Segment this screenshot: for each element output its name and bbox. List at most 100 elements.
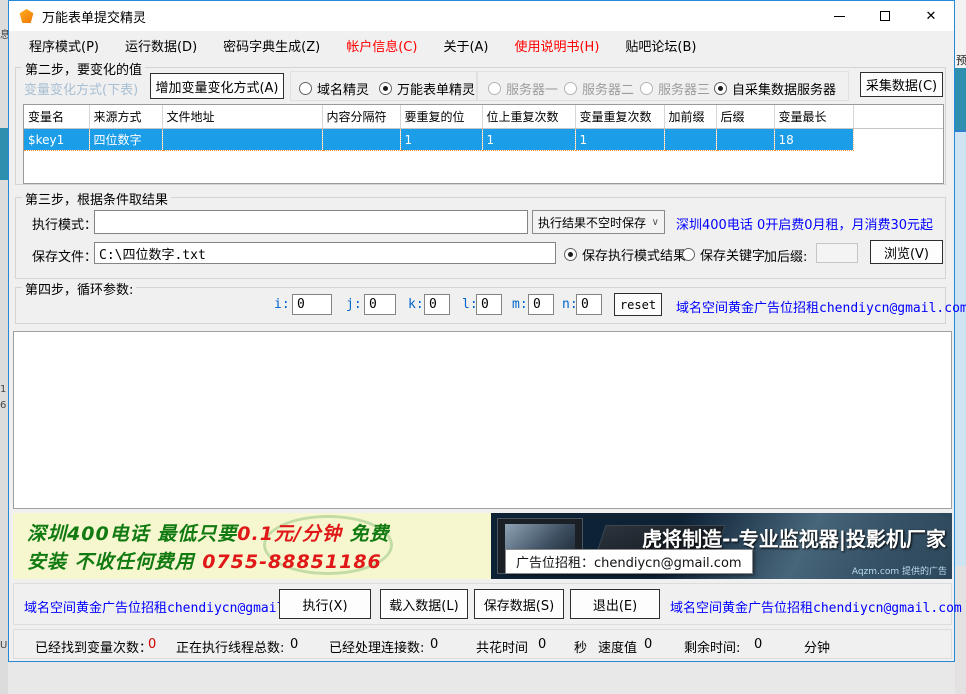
status-bar: 已经找到变量次数： 0 正在执行线程总数: 0 已经处理连接数: 0 共花时间 …	[13, 629, 952, 659]
dropdown-value: 执行结果不空时保存	[538, 214, 646, 231]
param-k-label: k:	[408, 297, 424, 312]
step3-group: 第三步，根据条件取结果 执行模式： 执行结果不空时保存 ∨ 深圳400电话 0开…	[15, 197, 946, 279]
menu-item-account-info[interactable]: 帐户信息(C)	[346, 36, 417, 55]
status-speed-value: 0	[644, 637, 652, 652]
status-time-unit: 秒	[574, 637, 587, 656]
save-data-button[interactable]: 保存数据(S)	[474, 589, 564, 619]
bg-teal-block	[0, 128, 8, 180]
ad-text: 域名空间黄金广告位招租	[676, 301, 819, 316]
param-m-input[interactable]	[528, 294, 554, 315]
load-data-button[interactable]: 载入数据(L)	[380, 589, 468, 619]
param-l-input[interactable]	[476, 294, 502, 315]
radio-universal-form-wizard[interactable]: 万能表单精灵	[379, 79, 475, 98]
radio-self-collect-server[interactable]: 自采集数据服务器	[714, 79, 836, 98]
menu-item-about[interactable]: 关于(A)	[443, 36, 488, 55]
radio-icon	[299, 82, 312, 95]
param-m-label: m:	[512, 297, 528, 312]
variable-mode-hint: 变量变化方式(下表)	[24, 79, 138, 98]
col-header[interactable]: 后缀	[716, 105, 774, 129]
mode-radio-panel: 域名精灵 万能表单精灵	[290, 71, 477, 101]
status-connections-label: 已经处理连接数:	[329, 637, 424, 656]
banner-credit: Aqzm.com 提供的广告	[852, 564, 947, 577]
background-window-right: 预	[955, 0, 966, 694]
maximize-button[interactable]	[862, 1, 908, 31]
suffix-label: 加后缀:	[764, 246, 807, 265]
param-k-input[interactable]	[424, 294, 450, 315]
exec-mode-input[interactable]	[94, 210, 528, 234]
radio-icon	[682, 248, 695, 261]
execute-button[interactable]: 执行(X)	[279, 589, 371, 619]
save-file-input[interactable]	[94, 242, 556, 264]
status-remain-unit: 分钟	[804, 637, 830, 656]
banner-ad-right[interactable]: 虎将制造--专业监视器|投影机厂家 广告位招租：chendiycn@gmail.…	[491, 513, 952, 579]
radio-server-1[interactable]: 服务器一	[488, 79, 558, 98]
minimize-button[interactable]	[816, 1, 862, 31]
menu-item-run-data[interactable]: 运行数据(D)	[125, 36, 197, 55]
menu-item-forum[interactable]: 贴吧论坛(B)	[625, 36, 696, 55]
suffix-input[interactable]	[816, 243, 858, 263]
cell-filler	[853, 129, 944, 151]
param-j-input[interactable]	[364, 294, 396, 315]
radio-server-2[interactable]: 服务器二	[564, 79, 634, 98]
radio-icon	[488, 82, 501, 95]
output-box[interactable]	[13, 331, 952, 509]
param-n-input[interactable]	[576, 294, 602, 315]
cell-digit-repeat-count: 1	[482, 129, 575, 151]
radio-save-exec-result[interactable]: 保存执行模式结果	[564, 245, 686, 264]
table-row[interactable]: $key1 四位数字 1 1 1 18	[24, 129, 944, 151]
close-button[interactable]: ✕	[908, 1, 954, 31]
col-header[interactable]: 变量最长	[774, 105, 853, 129]
status-time-label: 共花时间	[476, 637, 528, 656]
ad-domain-rent[interactable]: 域名空间黄金广告位招租chendiycn@gmail.com	[676, 297, 966, 316]
banner-ad-left[interactable]: 深圳400电话 最低只要0.1元/分钟 免费 安装 不收任何费用 0755-88…	[13, 513, 491, 579]
window-controls: ✕	[816, 1, 954, 31]
window-title: 万能表单提交精灵	[42, 7, 146, 26]
ad-text: 域名空间黄金广告位招租	[24, 601, 167, 616]
menu-item-password-dict[interactable]: 密码字典生成(Z)	[223, 36, 320, 55]
save-mode-dropdown[interactable]: 执行结果不空时保存 ∨	[532, 210, 665, 234]
maximize-icon	[880, 11, 890, 21]
radio-icon	[379, 82, 392, 95]
chevron-down-icon: ∨	[648, 217, 659, 228]
menu-item-program-mode[interactable]: 程序模式(P)	[29, 36, 99, 55]
cell-prefix	[664, 129, 716, 151]
col-header[interactable]: 文件地址	[162, 105, 322, 129]
radio-domain-wizard[interactable]: 域名精灵	[299, 79, 369, 98]
status-remain-value: 0	[754, 637, 762, 652]
server-radio-panel: 服务器一 服务器二 服务器三 自采集数据服务器	[477, 71, 849, 101]
reset-button[interactable]: reset	[614, 293, 662, 316]
banner-left-line2: 安装 不收任何费用 0755-88851186	[27, 547, 382, 574]
save-file-label: 保存文件：	[32, 246, 97, 265]
status-found-label: 已经找到变量次数：	[35, 637, 152, 656]
status-connections-value: 0	[430, 637, 438, 652]
radio-label: 域名精灵	[317, 79, 369, 98]
menu-item-manual[interactable]: 使用说明书(H)	[514, 36, 599, 55]
collect-data-button[interactable]: 采集数据(C)	[860, 72, 943, 97]
radio-save-keyword[interactable]: 保存关键字	[682, 245, 765, 264]
radio-server-3[interactable]: 服务器三	[640, 79, 710, 98]
radio-label: 服务器三	[658, 79, 710, 98]
ad-domain-rent-right[interactable]: 域名空间黄金广告位招租chendiycn@gmail.com	[670, 597, 962, 616]
app-window: 万能表单提交精灵 ✕ 程序模式(P) 运行数据(D) 密码字典生成(Z) 帐户信…	[8, 0, 955, 662]
col-header[interactable]: 内容分隔符	[322, 105, 400, 129]
ad-domain-rent-left[interactable]: 域名空间黄金广告位招租chendiycn@gmail.com	[24, 597, 316, 616]
ad-link-400[interactable]: 深圳400电话 0开启费0月租，月消费30元起	[676, 214, 933, 233]
col-header[interactable]: 来源方式	[89, 105, 162, 129]
col-header[interactable]: 位上重复次数	[482, 105, 575, 129]
col-header-filler	[853, 105, 944, 129]
title-bar: 万能表单提交精灵 ✕	[9, 1, 954, 31]
add-variable-button[interactable]: 增加变量变化方式(A)	[150, 73, 284, 99]
bg-fragment: 息	[0, 26, 8, 41]
col-header[interactable]: 要重复的位	[400, 105, 482, 129]
browse-button[interactable]: 浏览(V)	[870, 240, 943, 264]
banner-right-headline: 虎将制造--专业监视器|投影机厂家	[642, 523, 946, 552]
col-header[interactable]: 变量重复次数	[575, 105, 664, 129]
status-remain-label: 剩余时间:	[684, 637, 740, 656]
radio-label: 服务器一	[506, 79, 558, 98]
col-header[interactable]: 加前缀	[664, 105, 716, 129]
radio-icon	[714, 82, 727, 95]
col-header[interactable]: 变量名	[24, 105, 89, 129]
cell-suffix	[716, 129, 774, 151]
exit-button[interactable]: 退出(E)	[570, 589, 660, 619]
param-i-input[interactable]	[292, 294, 332, 315]
